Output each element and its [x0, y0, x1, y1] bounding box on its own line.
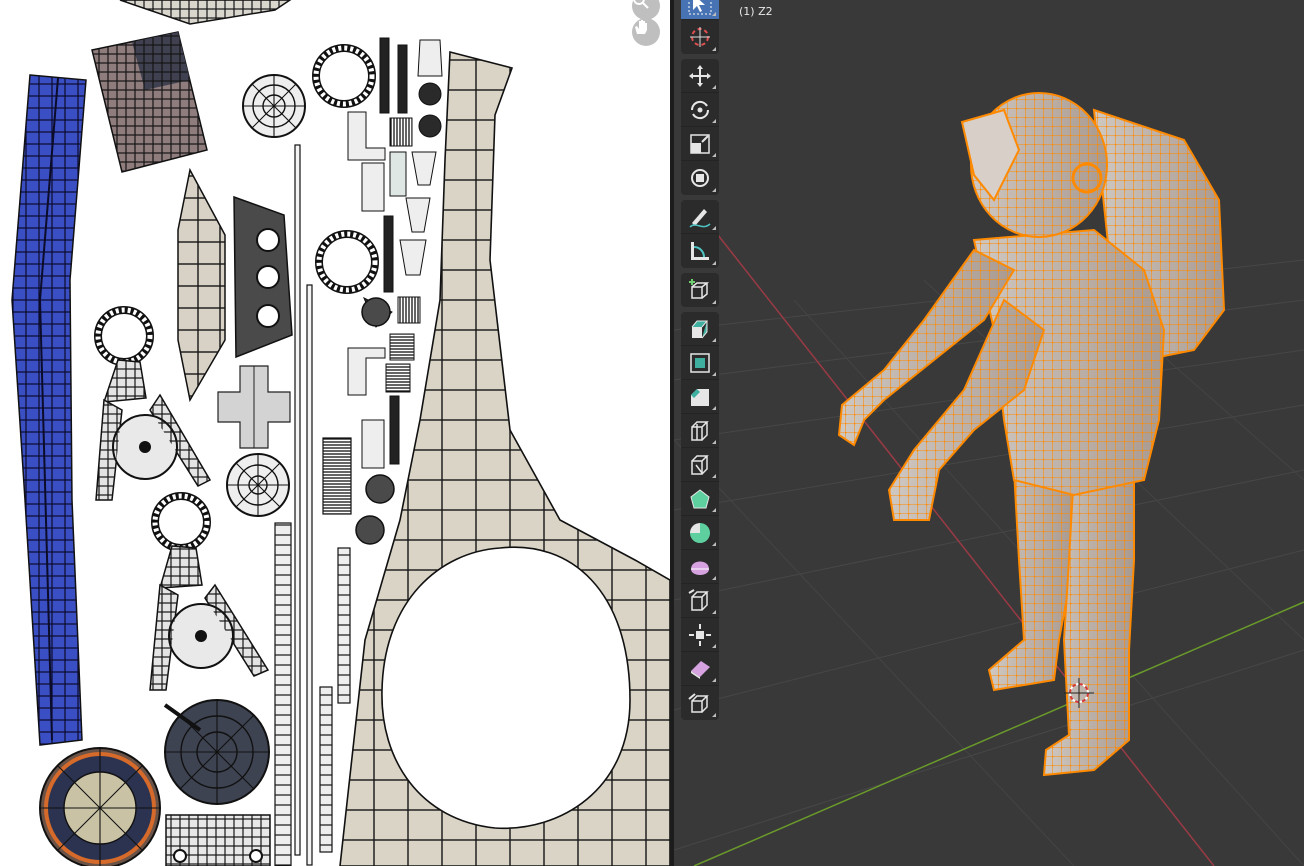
uv-island-patch-orange[interactable] — [39, 747, 161, 866]
astronaut-mesh[interactable] — [837, 92, 1226, 777]
inset-faces-icon — [690, 353, 710, 373]
tool-options-indicator — [712, 338, 716, 342]
shear-icon — [691, 661, 710, 679]
tool-options-indicator — [712, 508, 716, 512]
poly-build-icon — [690, 489, 710, 509]
tool-options-indicator — [712, 678, 716, 682]
toolbar-group — [681, 273, 719, 307]
extrude-icon — [691, 320, 709, 339]
uv-island-ring[interactable] — [312, 44, 376, 108]
uv-layout-canvas[interactable] — [0, 0, 670, 866]
spin-icon — [690, 523, 710, 543]
tool-inset-button[interactable] — [681, 346, 719, 380]
select-box-icon — [688, 0, 712, 15]
smooth-icon — [691, 561, 709, 575]
tool-edge-slide-button[interactable] — [681, 584, 719, 618]
cursor-icon — [690, 27, 710, 47]
viewport-scene[interactable] — [674, 0, 1304, 866]
toolbar-group — [681, 0, 719, 54]
y-axis-line — [693, 601, 1304, 866]
uv-island-glove[interactable] — [149, 492, 270, 691]
scale-icon — [690, 134, 710, 154]
bevel-icon — [691, 389, 709, 406]
tool-measure-button[interactable] — [681, 234, 719, 268]
3d-viewport[interactable]: (1) Z2 — [674, 0, 1304, 866]
viewport-toolbar — [681, 0, 719, 725]
edge-slide-icon — [688, 589, 709, 611]
tool-smooth-button[interactable] — [681, 550, 719, 584]
transform-icon — [691, 169, 709, 187]
pan-button[interactable] — [632, 18, 660, 46]
tool-options-indicator — [712, 119, 716, 123]
tool-options-indicator — [712, 474, 716, 478]
object-info-label: (1) Z2 — [739, 5, 773, 18]
tool-poly-build-button[interactable] — [681, 482, 719, 516]
tool-options-indicator — [712, 261, 716, 265]
uv-island-cross[interactable] — [217, 365, 291, 449]
rotate-icon — [690, 100, 710, 120]
knife-icon — [691, 455, 709, 475]
tool-cursor-button[interactable] — [681, 20, 719, 54]
tool-options-indicator — [712, 372, 716, 376]
tool-options-indicator — [712, 12, 716, 16]
uv-island[interactable] — [119, 0, 292, 25]
measure-icon — [691, 242, 709, 260]
tool-scale-button[interactable] — [681, 127, 719, 161]
tool-extrude-button[interactable] — [681, 312, 719, 346]
tool-options-indicator — [712, 226, 716, 230]
tool-bevel-button[interactable] — [681, 380, 719, 414]
move-icon — [689, 65, 711, 87]
tool-options-indicator — [712, 406, 716, 410]
add-cube-icon — [689, 279, 710, 299]
toolbar-group — [681, 200, 719, 268]
uv-island-flag-patch[interactable] — [91, 31, 208, 173]
tool-shear-button[interactable] — [681, 652, 719, 686]
zoom-icon — [633, 0, 649, 9]
tool-options-indicator — [712, 300, 716, 304]
tool-options-indicator — [712, 440, 716, 444]
uv-island[interactable] — [165, 814, 271, 866]
tool-options-indicator — [712, 47, 716, 51]
tool-options-indicator — [712, 576, 716, 580]
tool-options-indicator — [712, 542, 716, 546]
tool-options-indicator — [712, 644, 716, 648]
tool-rotate-button[interactable] — [681, 93, 719, 127]
tool-loop-cut-button[interactable] — [681, 414, 719, 448]
uv-island-disc[interactable] — [242, 74, 306, 138]
uv-island-strap[interactable] — [233, 195, 293, 359]
tool-options-indicator — [712, 188, 716, 192]
annotate-icon — [689, 209, 711, 228]
uv-island-sole[interactable] — [163, 699, 270, 805]
tool-transform-button[interactable] — [681, 161, 719, 195]
tool-options-indicator — [712, 153, 716, 157]
toolbar-group — [681, 312, 719, 720]
uv-island-ring[interactable] — [315, 230, 379, 294]
tool-spin-button[interactable] — [681, 516, 719, 550]
uv-island-canister[interactable] — [177, 167, 226, 403]
shrink-fatten-icon — [689, 624, 711, 646]
rip-region-icon — [688, 693, 709, 713]
tool-options-indicator — [712, 713, 716, 717]
loop-cut-icon — [691, 421, 709, 441]
uv-island-disc[interactable] — [226, 453, 290, 517]
tool-annotate-button[interactable] — [681, 200, 719, 234]
hand-pan-icon — [635, 20, 647, 34]
tool-options-indicator — [712, 610, 716, 614]
tool-knife-button[interactable] — [681, 448, 719, 482]
uv-editor[interactable] — [0, 0, 670, 866]
tool-options-indicator — [712, 85, 716, 89]
tool-move-button[interactable] — [681, 59, 719, 93]
toolbar-group — [681, 59, 719, 195]
tool-rip-region-button[interactable] — [681, 686, 719, 720]
tool-select-box-button[interactable] — [681, 0, 719, 20]
uv-island-blue-strip[interactable] — [11, 74, 87, 746]
tool-add-cube-button[interactable] — [681, 273, 719, 307]
tool-shrink-fatten-button[interactable] — [681, 618, 719, 652]
